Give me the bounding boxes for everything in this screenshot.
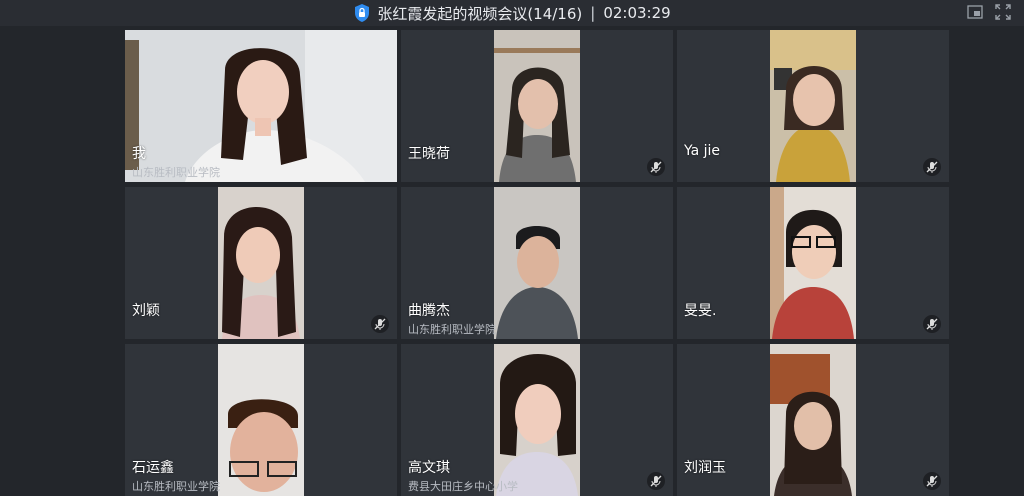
- participant-org: 山东胜利职业学院: [132, 480, 220, 493]
- participant-tile[interactable]: Ya jie: [677, 30, 949, 182]
- participant-video: [494, 344, 580, 496]
- participant-name: 旻旻.: [684, 303, 717, 319]
- participant-video: [770, 187, 856, 339]
- participant-org: 山东胜利职业学院: [132, 166, 220, 179]
- participant-name: 刘润玉: [684, 460, 726, 476]
- mic-muted-icon: [923, 158, 941, 176]
- shield-lock-icon: [353, 3, 371, 23]
- participant-org: 费县大田庄乡中心小学: [408, 480, 518, 493]
- participant-tile[interactable]: 刘润玉: [677, 344, 949, 496]
- participant-name: 王晓荷: [408, 146, 450, 162]
- participant-tile[interactable]: 王晓荷: [401, 30, 673, 182]
- mic-muted-icon: [371, 315, 389, 333]
- picture-in-picture-icon[interactable]: [966, 3, 984, 21]
- title-bar: 张红霞发起的视频会议(14/16) | 02:03:29: [0, 0, 1024, 26]
- mic-muted-icon: [647, 472, 665, 490]
- participant-name: 石运鑫: [132, 460, 174, 476]
- mic-muted-icon: [647, 158, 665, 176]
- participant-name: 曲腾杰: [408, 303, 450, 319]
- mic-muted-icon: [923, 472, 941, 490]
- participant-video: [125, 30, 397, 182]
- fullscreen-icon[interactable]: [994, 3, 1012, 21]
- participant-video: [494, 30, 580, 182]
- participant-tile[interactable]: 曲腾杰 山东胜利职业学院: [401, 187, 673, 339]
- participant-name: 刘颖: [132, 303, 160, 319]
- participant-org: 山东胜利职业学院: [408, 323, 496, 336]
- participant-video: [494, 187, 580, 339]
- participant-video: [770, 30, 856, 182]
- participant-tile[interactable]: 旻旻.: [677, 187, 949, 339]
- participant-tile[interactable]: 刘颖: [125, 187, 397, 339]
- participant-video: [218, 187, 304, 339]
- participant-video: [770, 344, 856, 496]
- participant-name: 高文琪: [408, 460, 450, 476]
- participant-video: [218, 344, 304, 496]
- meeting-title: 张红霞发起的视频会议(14/16): [377, 4, 583, 23]
- participant-name: Ya jie: [684, 143, 721, 159]
- participant-tile[interactable]: 石运鑫 山东胜利职业学院: [125, 344, 397, 496]
- participant-name: 我: [132, 146, 146, 162]
- mic-muted-icon: [923, 315, 941, 333]
- meeting-timer: 02:03:29: [603, 4, 671, 22]
- video-grid: 我 山东胜利职业学院 王晓荷 Ya jie 刘颖 曲腾杰 山东胜利职业学院 旻旻…: [125, 30, 949, 496]
- participant-tile[interactable]: 高文琪 费县大田庄乡中心小学: [401, 344, 673, 496]
- title-separator: |: [590, 4, 596, 22]
- participant-tile[interactable]: 我 山东胜利职业学院: [125, 30, 397, 182]
